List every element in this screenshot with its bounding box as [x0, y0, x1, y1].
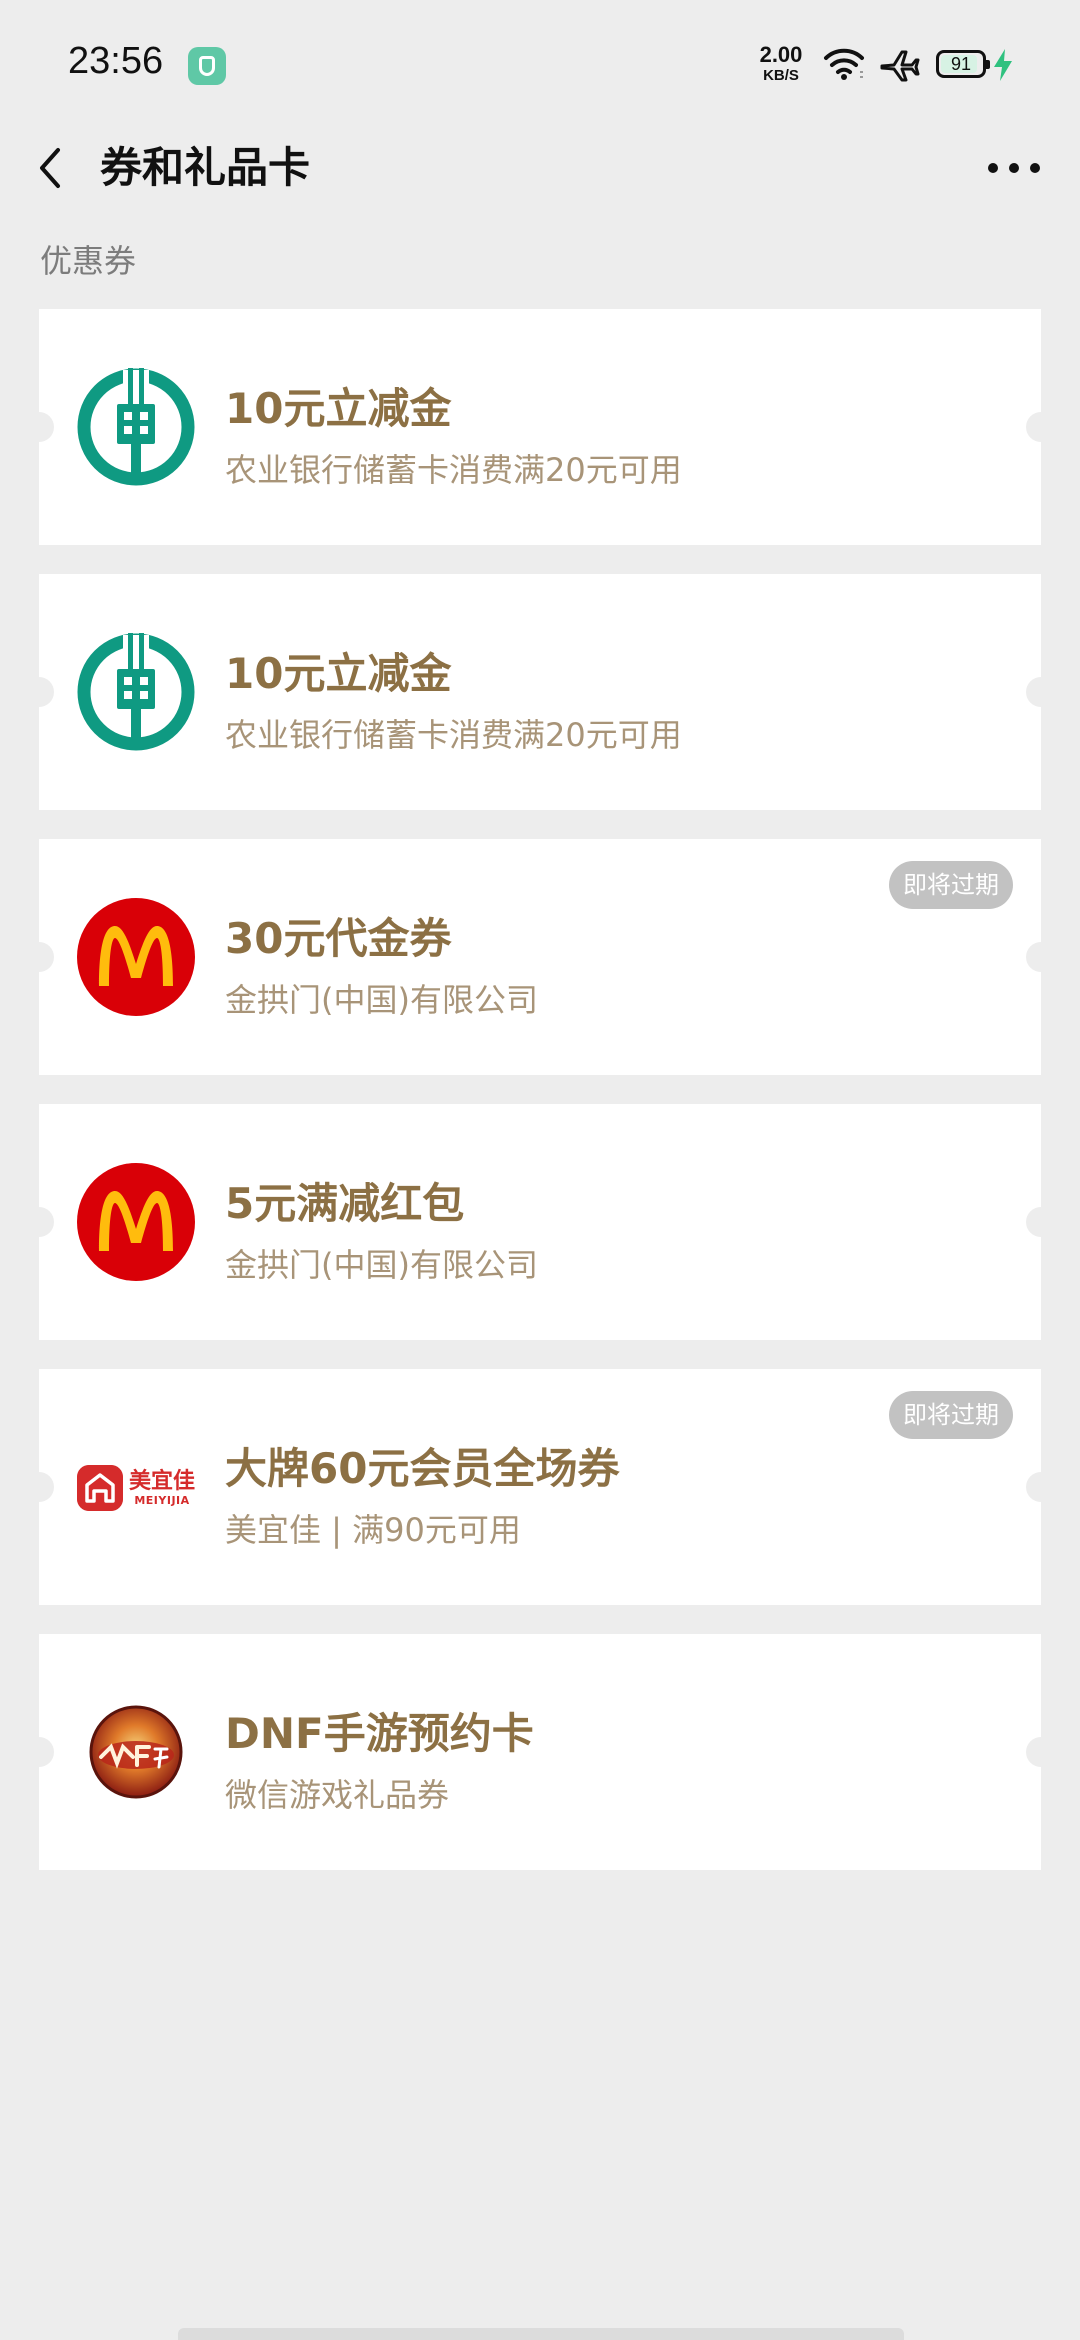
meiyijia-logo-text-en: MEIYIJIA — [134, 1494, 190, 1507]
coupon-subtitle: 农业银行储蓄卡消费满20元可用 — [225, 451, 682, 489]
wifi-icon — [824, 48, 864, 80]
coupon-subtitle: 金拱门(中国)有限公司 — [225, 981, 538, 1019]
header: 券和礼品卡 — [0, 118, 1080, 218]
expiring-badge: 即将过期 — [889, 861, 1013, 909]
meiyijia-logo-text: 美宜佳 — [129, 1469, 196, 1494]
coupon-title: 大牌60元会员全场券 — [225, 1444, 620, 1493]
coupon-card[interactable]: DNF手游预约卡 微信游戏礼品券 — [24, 1634, 1056, 1870]
meiyijia-logo: 美宜佳 MEIYIJIA — [77, 1465, 203, 1511]
coupon-title: 10元立减金 — [225, 384, 452, 433]
coupon-title: 30元代金券 — [225, 914, 452, 963]
coupon-subtitle: 微信游戏礼品券 — [225, 1776, 450, 1814]
mcdonalds-logo — [77, 898, 195, 1016]
coupon-title: DNF手游预约卡 — [225, 1709, 534, 1758]
coupon-card[interactable]: 美宜佳 MEIYIJIA 大牌60元会员全场券 美宜佳 | 满90元可用 即将过… — [24, 1369, 1056, 1605]
status-time: 23:56 — [68, 40, 164, 82]
coupon-card[interactable]: 30元代金券 金拱门(中国)有限公司 即将过期 — [24, 839, 1056, 1075]
abc-bank-logo — [77, 368, 195, 486]
coupon-subtitle: 农业银行储蓄卡消费满20元可用 — [225, 716, 682, 754]
coupon-title: 5元满减红包 — [225, 1179, 465, 1228]
status-bar: 23:56 2.00 KB/S 91 — [0, 0, 1080, 130]
coupon-card[interactable]: 5元满减红包 金拱门(中国)有限公司 — [24, 1104, 1056, 1340]
home-indicator — [178, 2328, 904, 2340]
coupon-title: 10元立减金 — [225, 649, 452, 698]
dnf-game-logo — [89, 1705, 183, 1799]
network-speed: 2.00 KB/S — [754, 42, 808, 84]
battery-level: 91 — [950, 53, 972, 74]
coupon-card[interactable]: 10元立减金 农业银行储蓄卡消费满20元可用 — [24, 309, 1056, 545]
abc-bank-logo — [77, 633, 195, 751]
charging-bolt-icon — [994, 49, 1012, 81]
page-title: 券和礼品卡 — [100, 143, 311, 192]
more-dots-icon[interactable] — [984, 138, 1044, 198]
coupon-card[interactable]: 10元立减金 农业银行储蓄卡消费满20元可用 — [24, 574, 1056, 810]
shield-app-icon — [188, 47, 226, 85]
network-speed-value: 2.00 — [759, 42, 803, 67]
expiring-badge: 即将过期 — [889, 1391, 1013, 1439]
meiyijia-mark-icon — [77, 1465, 123, 1511]
airplane-icon — [880, 50, 920, 82]
network-speed-unit: KB/S — [763, 67, 799, 84]
section-label: 优惠券 — [40, 242, 137, 280]
mcdonalds-logo — [77, 1163, 195, 1281]
coupon-subtitle: 美宜佳 | 满90元可用 — [225, 1511, 521, 1549]
coupon-subtitle: 金拱门(中国)有限公司 — [225, 1246, 538, 1284]
battery-icon: 91 — [936, 50, 990, 78]
chevron-left-icon[interactable] — [28, 138, 88, 198]
